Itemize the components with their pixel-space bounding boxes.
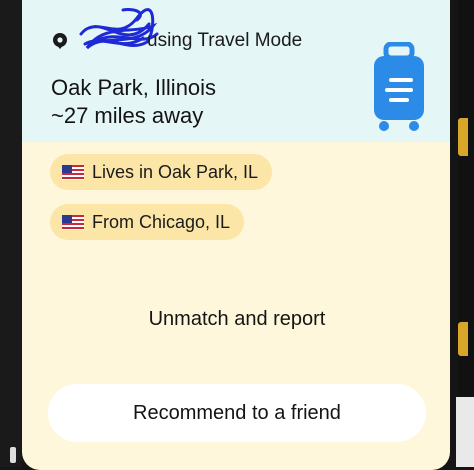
lives-in-label: Lives in Oak Park, IL (92, 161, 259, 182)
background-accent-tab (458, 118, 468, 156)
us-flag-icon (62, 164, 84, 180)
lives-in-chip: Lives in Oak Park, IL (50, 154, 273, 190)
background-left-edge (0, 0, 22, 467)
profile-details-sheet: using Travel Mode Oak Park, Illinois ~27… (22, 0, 450, 470)
hometown-label: From Chicago, IL (92, 211, 231, 232)
travel-mode-header: using Travel Mode Oak Park, Illinois ~27… (22, 0, 450, 142)
hometown-chip: From Chicago, IL (50, 204, 245, 240)
unmatch-report-link[interactable]: Unmatch and report (22, 308, 450, 331)
recommend-friend-button[interactable]: Recommend to a friend (48, 384, 426, 442)
us-flag-icon (62, 214, 84, 230)
travel-city: Oak Park, Illinois (51, 75, 217, 100)
background-glyph (10, 447, 16, 463)
location-pin-icon (53, 33, 67, 49)
travel-distance: ~27 miles away (51, 103, 204, 128)
travel-mode-status: using Travel Mode (147, 30, 303, 51)
background-light-panel (456, 397, 474, 467)
background-accent-tab (458, 322, 468, 356)
suitcase-icon (374, 42, 424, 131)
